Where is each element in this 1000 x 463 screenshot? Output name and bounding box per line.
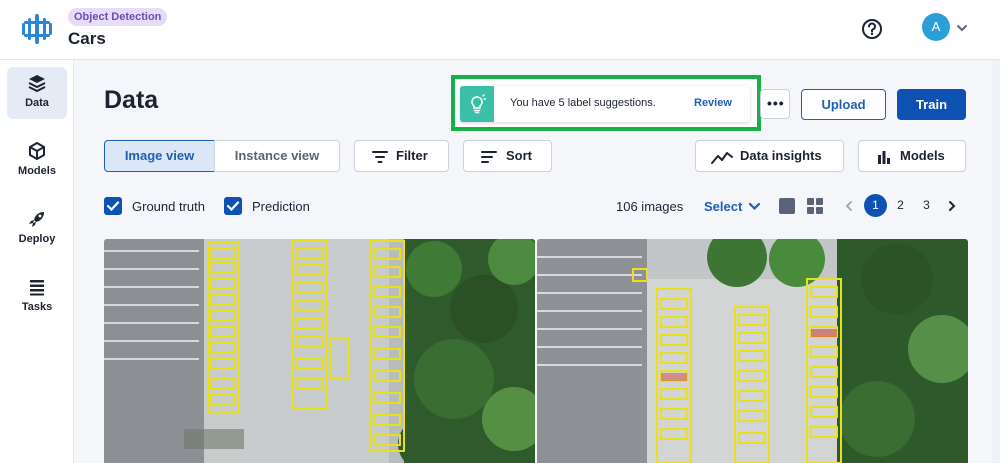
sidebar-item-label: Models bbox=[18, 165, 56, 177]
aerial-parking-image bbox=[104, 239, 535, 463]
lightbulb-icon-box bbox=[460, 86, 494, 122]
help-icon[interactable] bbox=[861, 18, 883, 40]
chevron-left-icon[interactable] bbox=[843, 199, 855, 213]
checkmark-icon bbox=[106, 201, 120, 212]
sidebar-item-models[interactable]: Models bbox=[7, 135, 67, 187]
image-thumbnail[interactable] bbox=[104, 239, 535, 463]
tab-image-view[interactable]: Image view bbox=[104, 140, 215, 172]
label-suggestion-banner: You have 5 label suggestions. Review bbox=[460, 86, 750, 122]
image-count: 106 images bbox=[616, 199, 684, 214]
aerial-parking-image bbox=[537, 239, 968, 463]
chevron-down-icon[interactable] bbox=[955, 21, 969, 35]
data-insights-button[interactable]: Data insights bbox=[695, 140, 844, 172]
sidebar-item-tasks[interactable]: Tasks bbox=[7, 271, 67, 323]
sidebar-item-data[interactable]: Data bbox=[7, 67, 67, 119]
page-3-button[interactable]: 3 bbox=[915, 194, 938, 217]
rocket-icon bbox=[29, 212, 44, 227]
lightbulb-icon bbox=[471, 94, 486, 114]
filter-button[interactable]: Filter bbox=[354, 140, 449, 172]
grid-view-icon[interactable] bbox=[806, 197, 824, 215]
filter-label: Filter bbox=[396, 148, 428, 163]
sort-label: Sort bbox=[506, 148, 532, 163]
checkmark-icon bbox=[226, 201, 240, 212]
prediction-label[interactable]: Prediction bbox=[252, 199, 310, 214]
train-button[interactable]: Train bbox=[897, 89, 966, 120]
sidebar-item-label: Data bbox=[25, 97, 49, 109]
filter-icon bbox=[372, 151, 388, 163]
more-options-icon: ••• bbox=[767, 95, 785, 111]
app-logo-icon[interactable] bbox=[20, 12, 54, 46]
models-label: Models bbox=[900, 148, 945, 163]
image-thumbnail[interactable] bbox=[537, 239, 968, 463]
prediction-checkbox[interactable] bbox=[224, 197, 242, 215]
bar-chart-icon bbox=[878, 151, 890, 164]
project-type-badge: Object Detection bbox=[68, 8, 168, 26]
sidebar-item-label: Tasks bbox=[21, 301, 53, 313]
more-options-button[interactable]: ••• bbox=[760, 89, 790, 119]
ground-truth-checkbox[interactable] bbox=[104, 197, 122, 215]
line-chart-icon bbox=[711, 152, 733, 164]
sidebar-item-deploy[interactable]: Deploy bbox=[7, 203, 67, 255]
sort-button[interactable]: Sort bbox=[463, 140, 552, 172]
top-bar: Object Detection Cars A bbox=[0, 0, 1000, 60]
layers-icon bbox=[28, 75, 46, 93]
sort-icon bbox=[481, 151, 497, 163]
sidebar-item-label: Deploy bbox=[18, 233, 56, 245]
tab-instance-view[interactable]: Instance view bbox=[214, 140, 340, 172]
cube-icon bbox=[29, 142, 45, 160]
chevron-right-icon[interactable] bbox=[946, 199, 958, 213]
user-avatar[interactable]: A bbox=[922, 13, 950, 41]
upload-button[interactable]: Upload bbox=[801, 89, 886, 120]
models-button[interactable]: Models bbox=[858, 140, 966, 172]
page-1-button[interactable]: 1 bbox=[864, 194, 887, 217]
suggestion-text: You have 5 label suggestions. bbox=[510, 97, 656, 109]
sidebar: Data Models Deploy Tasks bbox=[0, 60, 74, 463]
select-dropdown[interactable]: Select bbox=[704, 199, 742, 214]
page-title: Data bbox=[104, 86, 159, 114]
review-suggestions-link[interactable]: Review bbox=[694, 97, 732, 109]
ground-truth-label[interactable]: Ground truth bbox=[132, 199, 205, 214]
project-name[interactable]: Cars bbox=[68, 29, 106, 49]
page-scrollbar[interactable] bbox=[992, 60, 1000, 463]
chevron-down-icon[interactable] bbox=[748, 200, 761, 213]
data-insights-label: Data insights bbox=[740, 148, 822, 163]
tasks-list-icon bbox=[30, 280, 44, 296]
page-2-button[interactable]: 2 bbox=[889, 194, 912, 217]
single-view-icon[interactable] bbox=[779, 198, 795, 214]
